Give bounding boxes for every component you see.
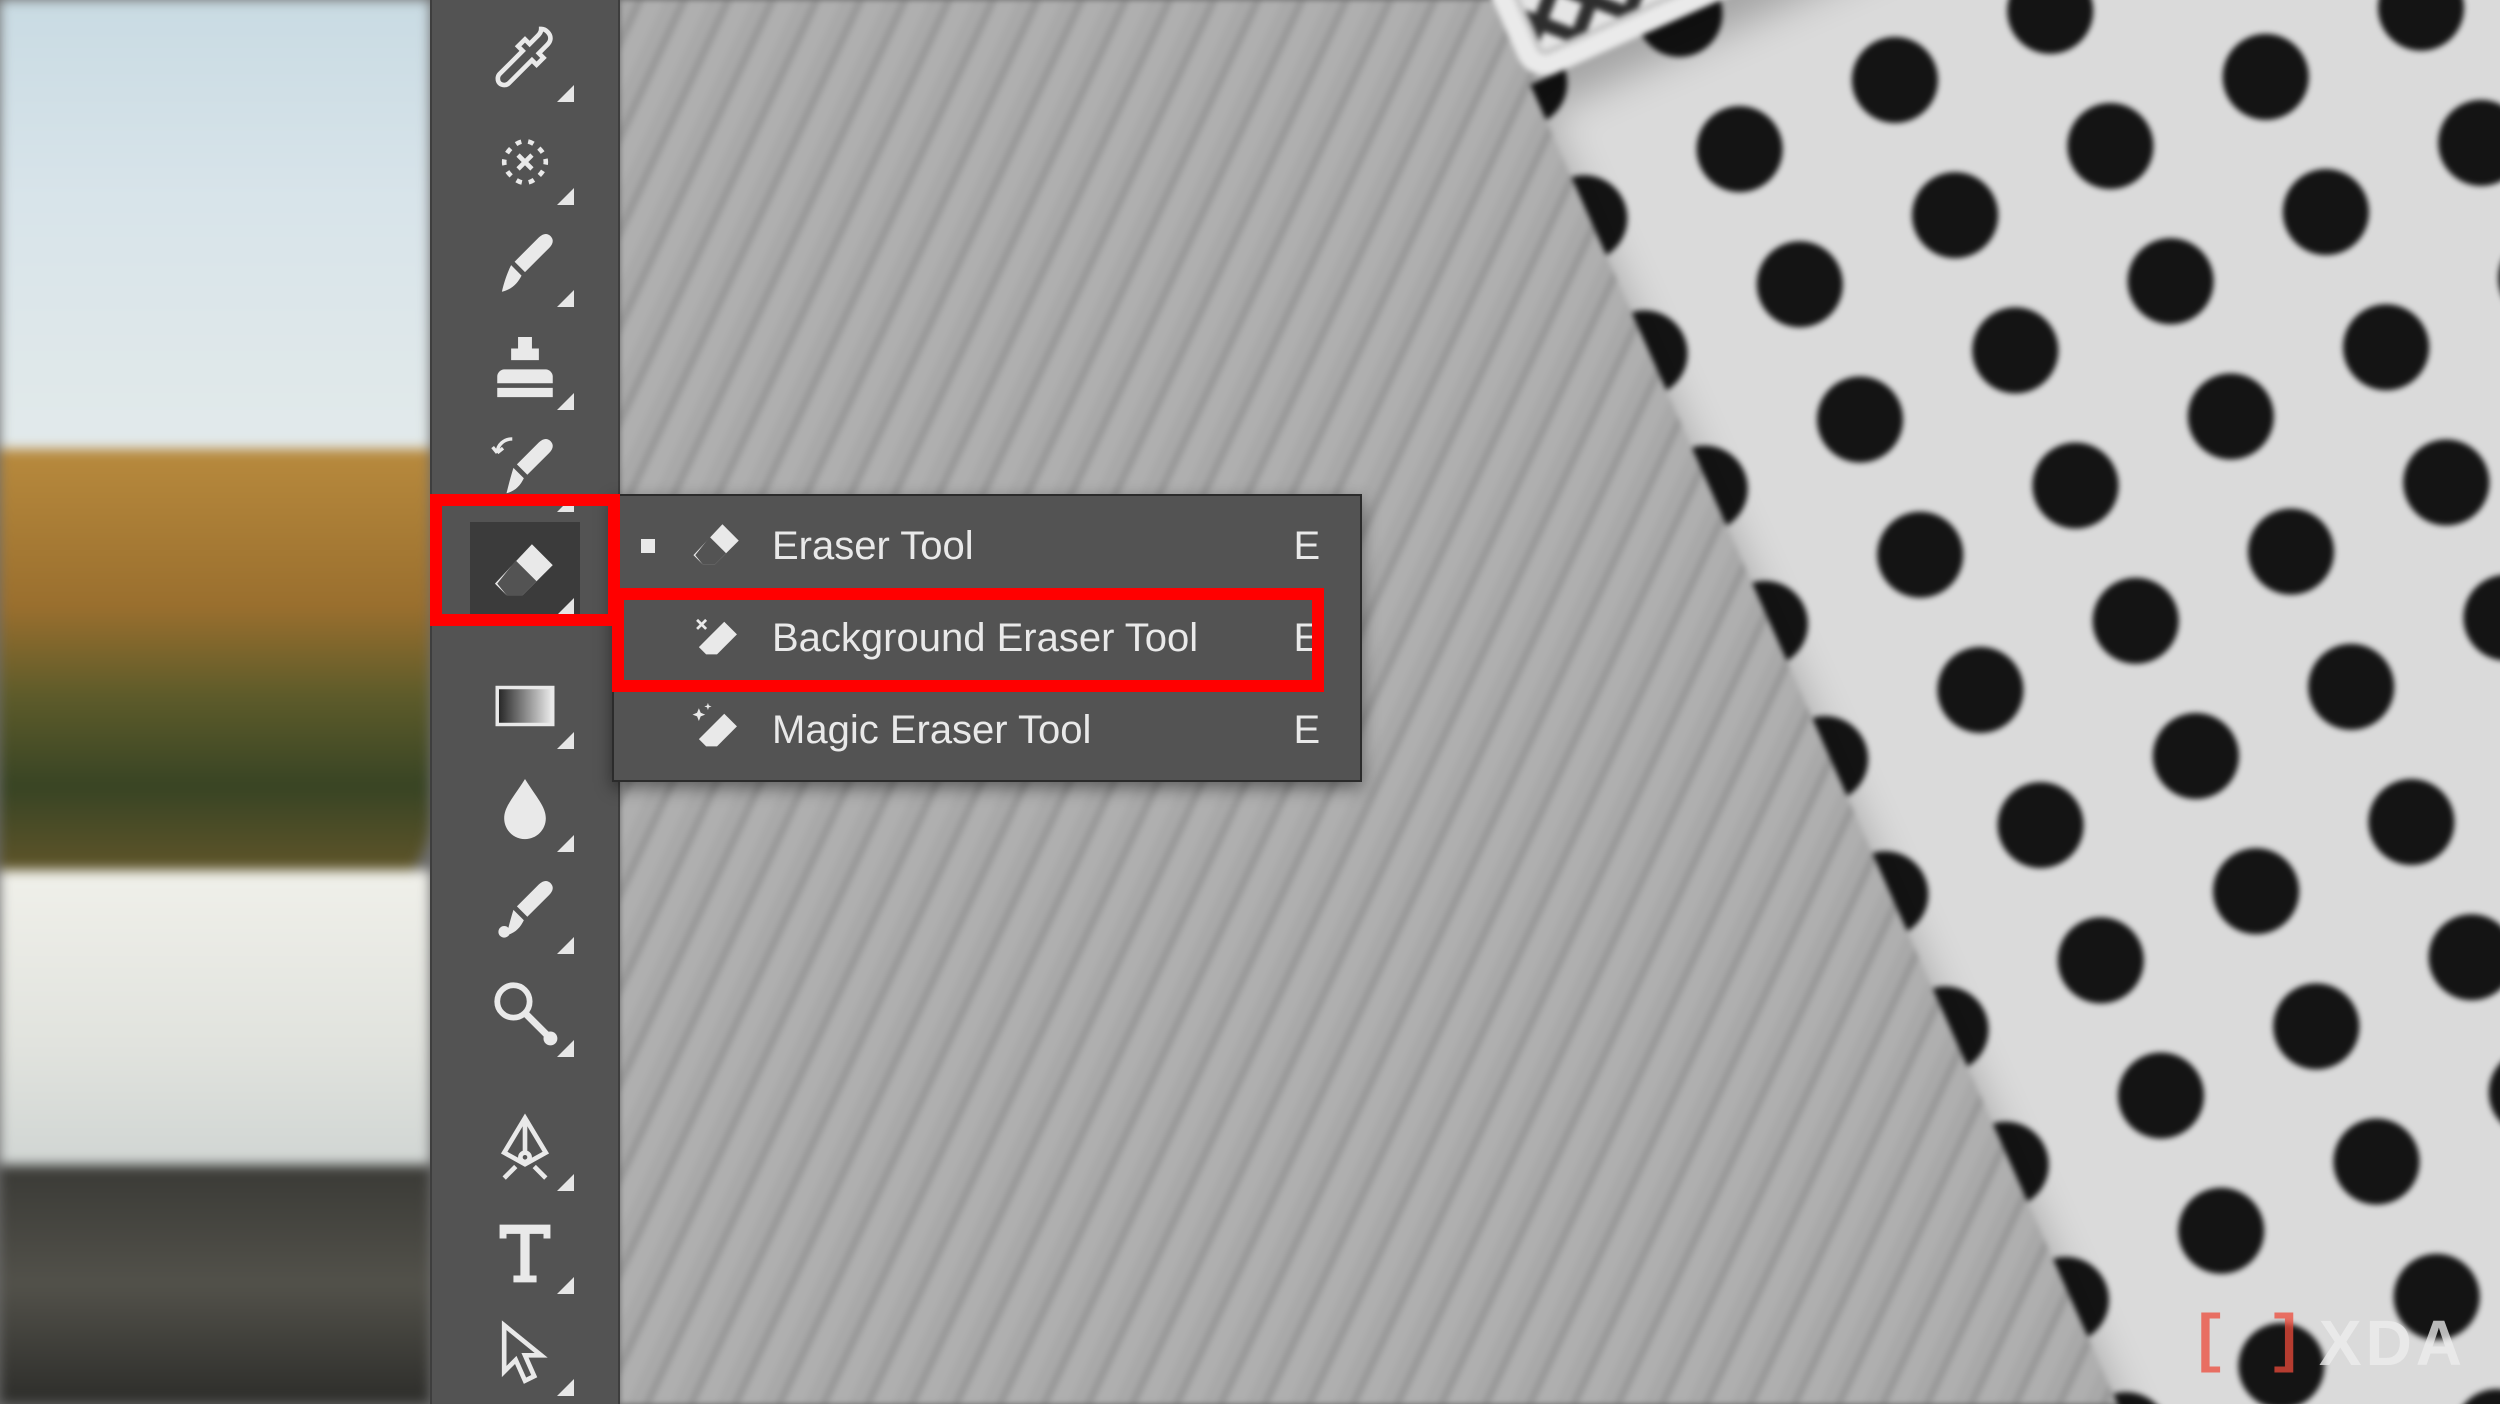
eraser-icon [684,517,750,575]
flyout-item-background-eraser[interactable]: Background Eraser Tool E [614,592,1360,684]
pen-tool[interactable] [470,1099,580,1197]
document-color-region [0,0,430,1404]
type-tool-icon [488,1213,562,1287]
eyedropper-tool-icon [488,22,562,96]
flyout-item-label: Background Eraser Tool [772,616,1258,661]
flyout-item-shortcut: E [1280,708,1320,753]
dodge-tool-icon [488,874,562,948]
pen-tool-icon [488,1111,562,1185]
active-tool-indicator [634,539,662,553]
dodge-tool[interactable] [470,862,580,960]
watermark-text: XDA [2319,1306,2466,1380]
gradient-tool[interactable] [470,657,580,755]
magic-eraser-icon [684,701,750,759]
blur-tool-icon [488,772,562,846]
tools-panel [430,0,620,1404]
clone-stamp-tool-icon [488,330,562,404]
eyedropper-tool[interactable] [470,10,580,108]
smudge-tool[interactable] [470,964,580,1062]
clone-stamp-tool[interactable] [470,317,580,415]
bracket-icon: [ ] [2190,1307,2305,1379]
type-tool[interactable] [470,1201,580,1299]
gradient-tool-icon [488,669,562,743]
flyout-item-label: Magic Eraser Tool [772,708,1258,753]
smudge-tool-icon [488,976,562,1050]
history-brush-tool[interactable] [470,420,580,518]
spot-heal-tool[interactable] [470,112,580,210]
history-brush-tool-icon [488,432,562,506]
canvas-area: Eraser Tool E Background Eraser Tool E M… [0,0,2500,1404]
path-selection-tool-icon [488,1316,562,1390]
flyout-item-shortcut: E [1280,616,1320,661]
eraser-tool-icon [488,535,562,609]
blur-tool[interactable] [470,759,580,857]
flyout-item-label: Eraser Tool [772,524,1258,569]
brush-tool-icon [488,227,562,301]
background-eraser-icon [684,609,750,667]
brush-tool[interactable] [470,215,580,313]
path-selection-tool[interactable] [470,1304,580,1402]
flyout-item-eraser[interactable]: Eraser Tool E [614,500,1360,592]
eraser-tool[interactable] [470,522,580,620]
xda-watermark: [ ] XDA [2190,1306,2466,1380]
flyout-item-magic-eraser[interactable]: Magic Eraser Tool E [614,684,1360,776]
eraser-flyout-menu: Eraser Tool E Background Eraser Tool E M… [612,494,1362,782]
flyout-item-shortcut: E [1280,524,1320,569]
spot-heal-tool-icon [488,125,562,199]
